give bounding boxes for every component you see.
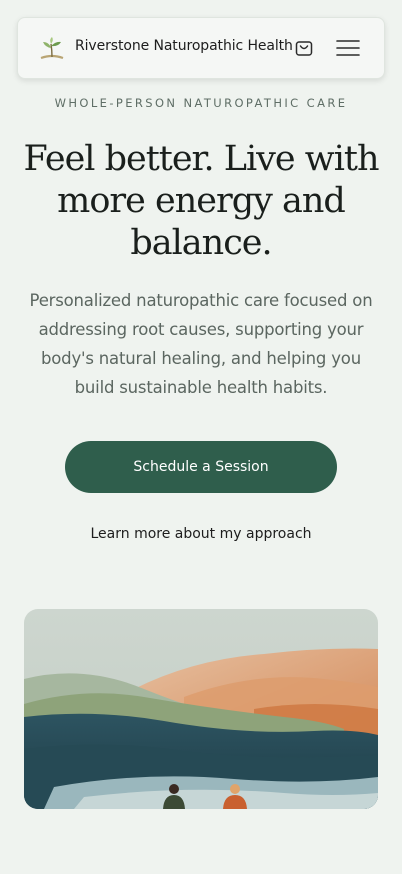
hamburger-menu-icon[interactable] <box>336 38 360 58</box>
hero-subtext: Personalized naturopathic care focused o… <box>29 291 373 397</box>
page: Riverstone Naturopathic Health WHOLE-PER… <box>0 0 402 874</box>
sprout-logo-icon[interactable] <box>38 36 66 62</box>
landscape-illustration <box>24 609 378 809</box>
hero-eyebrow: WHOLE-PERSON NATUROPATHIC CARE <box>54 96 348 110</box>
schedule-session-button[interactable]: Schedule a Session <box>65 441 337 493</box>
learn-more-link[interactable]: Learn more about my approach <box>0 526 402 542</box>
hero-headline: Feel better. Live with more energy and b… <box>23 139 379 263</box>
site-header: Riverstone Naturopathic Health <box>17 17 385 79</box>
brand-name[interactable]: Riverstone Naturopathic Health <box>75 38 293 54</box>
shopping-bag-icon[interactable] <box>294 38 314 58</box>
